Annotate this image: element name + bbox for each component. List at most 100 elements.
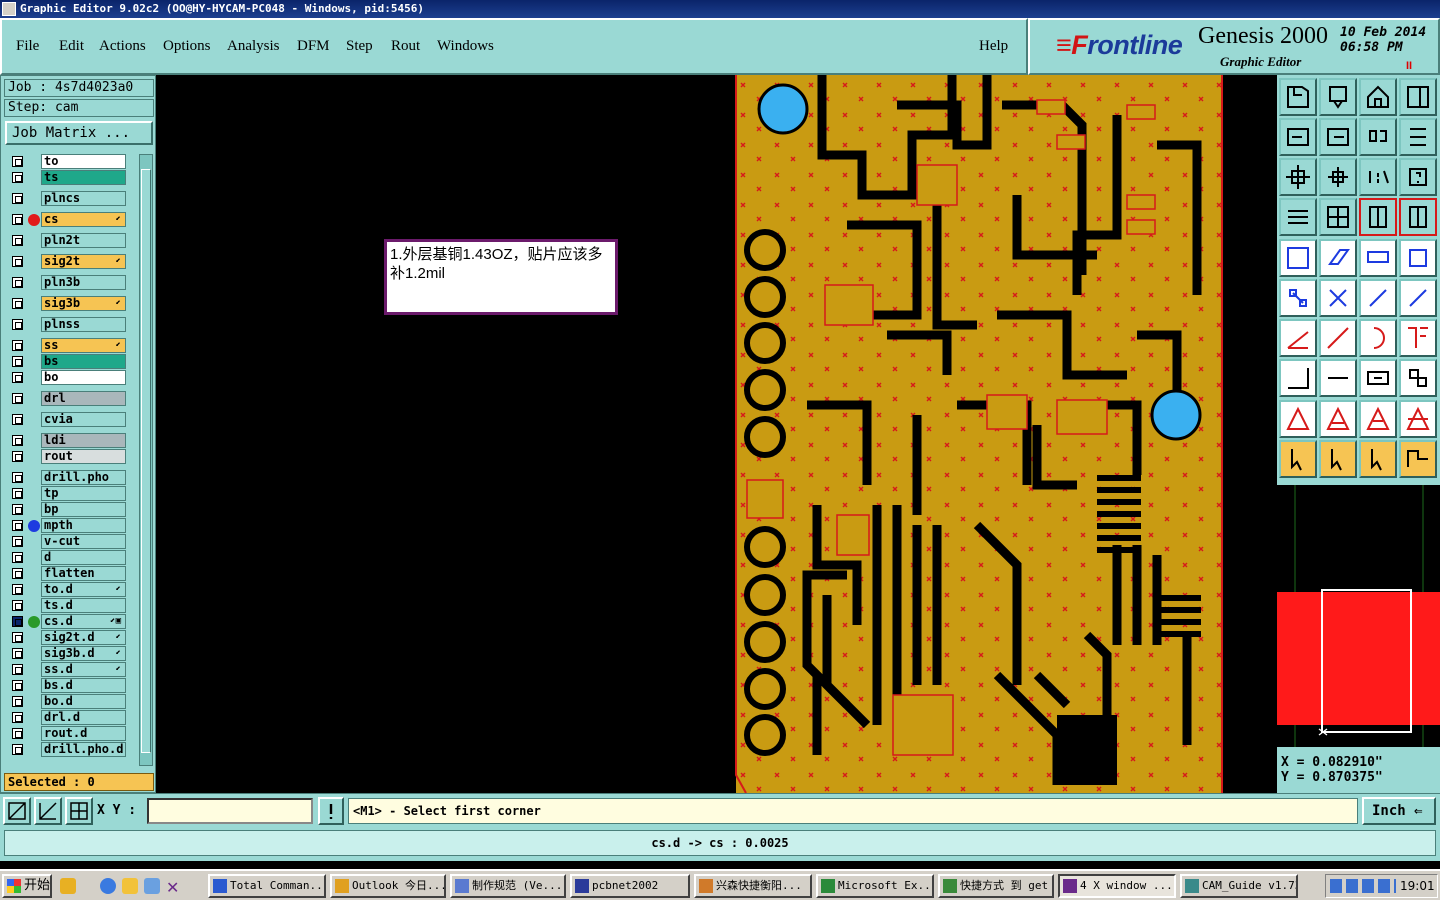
zoom-fit-icon[interactable] bbox=[1279, 158, 1317, 196]
overview-preview[interactable] bbox=[1277, 485, 1440, 747]
layer-checkbox[interactable] bbox=[12, 536, 23, 547]
menu-dfm[interactable]: DFM bbox=[297, 38, 330, 55]
layer-name[interactable]: bp bbox=[41, 502, 126, 517]
save-icon[interactable] bbox=[1319, 78, 1357, 116]
info-icon[interactable] bbox=[318, 797, 344, 825]
taskbar-task-6[interactable]: 快捷方式 到 get bbox=[938, 874, 1054, 898]
pause-icon[interactable]: II bbox=[1406, 60, 1412, 72]
snap-on-icon[interactable] bbox=[1359, 198, 1397, 236]
group-icon[interactable] bbox=[1399, 359, 1437, 397]
taskbar-task-8[interactable]: CAM_Guide v1.73 bbox=[1180, 874, 1298, 898]
layer-row-8[interactable]: plnss bbox=[4, 317, 138, 332]
layer-name[interactable]: pln2t bbox=[41, 233, 126, 248]
layer-checkbox[interactable] bbox=[12, 451, 23, 462]
layer-row-23[interactable]: to.d ⬋ bbox=[4, 582, 138, 597]
angle-icon[interactable] bbox=[1279, 319, 1317, 357]
layer-checkbox[interactable] bbox=[12, 552, 23, 563]
layer-checkbox[interactable] bbox=[12, 298, 23, 309]
home-icon[interactable] bbox=[1359, 78, 1397, 116]
layer-row-4[interactable]: pln2t bbox=[4, 233, 138, 248]
layer-checkbox[interactable] bbox=[12, 712, 23, 723]
layer-row-32[interactable]: rout.d bbox=[4, 726, 138, 741]
cross-icon[interactable] bbox=[1319, 279, 1357, 317]
layer-row-30[interactable]: bo.d bbox=[4, 694, 138, 709]
measure-box-icon[interactable] bbox=[1359, 359, 1397, 397]
scroll-thumb[interactable] bbox=[141, 169, 151, 753]
line-node-icon[interactable] bbox=[1399, 279, 1437, 317]
menu-windows[interactable]: Windows bbox=[437, 38, 494, 55]
layer-name[interactable]: cs.d ⬋▣ bbox=[41, 614, 126, 629]
grid-display-icon[interactable] bbox=[1319, 198, 1357, 236]
layer-checkbox[interactable] bbox=[12, 277, 23, 288]
layer-row-0[interactable]: to bbox=[4, 154, 138, 169]
layer-name[interactable]: to bbox=[41, 154, 126, 169]
window-icon[interactable] bbox=[1399, 78, 1437, 116]
layer-checkbox[interactable] bbox=[12, 193, 23, 204]
copy-icon[interactable] bbox=[1279, 359, 1317, 397]
taskbar-task-1[interactable]: Outlook 今日... bbox=[330, 874, 446, 898]
menu-help[interactable]: Help bbox=[979, 38, 1008, 55]
layer-row-18[interactable]: bp bbox=[4, 502, 138, 517]
layer-next-icon[interactable] bbox=[1319, 118, 1357, 156]
layer-checkbox[interactable] bbox=[12, 600, 23, 611]
layer-name[interactable]: plnss bbox=[41, 317, 126, 332]
menu-step[interactable]: Step bbox=[346, 38, 373, 55]
menu-file[interactable]: File bbox=[16, 38, 39, 55]
undo-icon[interactable] bbox=[1359, 118, 1397, 156]
layer-checkbox[interactable] bbox=[12, 472, 23, 483]
layer-name[interactable]: tp bbox=[41, 486, 126, 501]
menu-rout[interactable]: Rout bbox=[391, 38, 420, 55]
menu-edit[interactable]: Edit bbox=[59, 38, 84, 55]
menu-actions[interactable]: Actions bbox=[99, 38, 146, 55]
layer-checkbox[interactable] bbox=[12, 172, 23, 183]
layer-name[interactable]: v-cut bbox=[41, 534, 126, 549]
layer-name[interactable]: rout.d bbox=[41, 726, 126, 741]
layer-checkbox[interactable] bbox=[12, 648, 23, 659]
taskbar-task-3[interactable]: pcbnet2002 bbox=[570, 874, 690, 898]
layer-name[interactable]: bs bbox=[41, 354, 126, 369]
xy-input[interactable] bbox=[147, 798, 313, 824]
layer-name[interactable]: drill.pho.d bbox=[41, 742, 126, 757]
layer-row-22[interactable]: flatten bbox=[4, 566, 138, 581]
layer-row-25[interactable]: cs.d ⬋▣ bbox=[4, 614, 138, 629]
layer-name[interactable]: ss ⬋ bbox=[41, 338, 126, 353]
layer-row-24[interactable]: ts.d bbox=[4, 598, 138, 613]
layer-name[interactable]: sig2t.d ⬋ bbox=[41, 630, 126, 645]
pointer-select-icon[interactable] bbox=[1319, 440, 1357, 478]
layer-name[interactable]: flatten bbox=[41, 566, 126, 581]
layer-row-5[interactable]: sig2t ⬋ bbox=[4, 254, 138, 269]
layer-row-11[interactable]: bo bbox=[4, 370, 138, 385]
layer-checkbox[interactable] bbox=[12, 520, 23, 531]
layer-row-29[interactable]: bs.d bbox=[4, 678, 138, 693]
layer-row-15[interactable]: rout bbox=[4, 449, 138, 464]
line-icon[interactable] bbox=[1359, 279, 1397, 317]
layer-name[interactable]: mpth bbox=[41, 518, 126, 533]
layer-checkbox[interactable] bbox=[12, 435, 23, 446]
layer-row-31[interactable]: drl.d bbox=[4, 710, 138, 725]
layer-checkbox[interactable] bbox=[12, 728, 23, 739]
snap-off-icon[interactable] bbox=[1399, 198, 1437, 236]
layer-checkbox[interactable] bbox=[12, 632, 23, 643]
layer-name[interactable]: cvia bbox=[41, 412, 126, 427]
open-job-icon[interactable] bbox=[1279, 78, 1317, 116]
layer-name[interactable]: cs ⬋ bbox=[41, 212, 126, 227]
layer-row-33[interactable]: drill.pho.d bbox=[4, 742, 138, 757]
arc-icon[interactable] bbox=[1359, 319, 1397, 357]
layer-checkbox[interactable] bbox=[12, 664, 23, 675]
layer-name[interactable]: drill.pho bbox=[41, 470, 126, 485]
layer-checkbox[interactable] bbox=[12, 680, 23, 691]
layer-row-27[interactable]: sig3b.d ⬋ bbox=[4, 646, 138, 661]
layer-checkbox[interactable] bbox=[12, 616, 23, 627]
start-button[interactable]: 开始 bbox=[2, 874, 52, 898]
layer-checkbox[interactable] bbox=[12, 319, 23, 330]
layer-row-19[interactable]: mpth bbox=[4, 518, 138, 533]
annotation-note[interactable]: 1.外层基铜1.43OZ，贴片应该多补1.2mil bbox=[384, 239, 618, 315]
taskbar-task-0[interactable]: Total Comman... bbox=[208, 874, 326, 898]
layer-row-13[interactable]: cvia bbox=[4, 412, 138, 427]
layer-checkbox[interactable] bbox=[12, 340, 23, 351]
text-icon[interactable] bbox=[1399, 319, 1437, 357]
help-icon[interactable] bbox=[1399, 158, 1437, 196]
layer-checkbox[interactable] bbox=[12, 568, 23, 579]
layer-name[interactable]: plncs bbox=[41, 191, 126, 206]
layer-row-28[interactable]: ss.d ⬋ bbox=[4, 662, 138, 677]
